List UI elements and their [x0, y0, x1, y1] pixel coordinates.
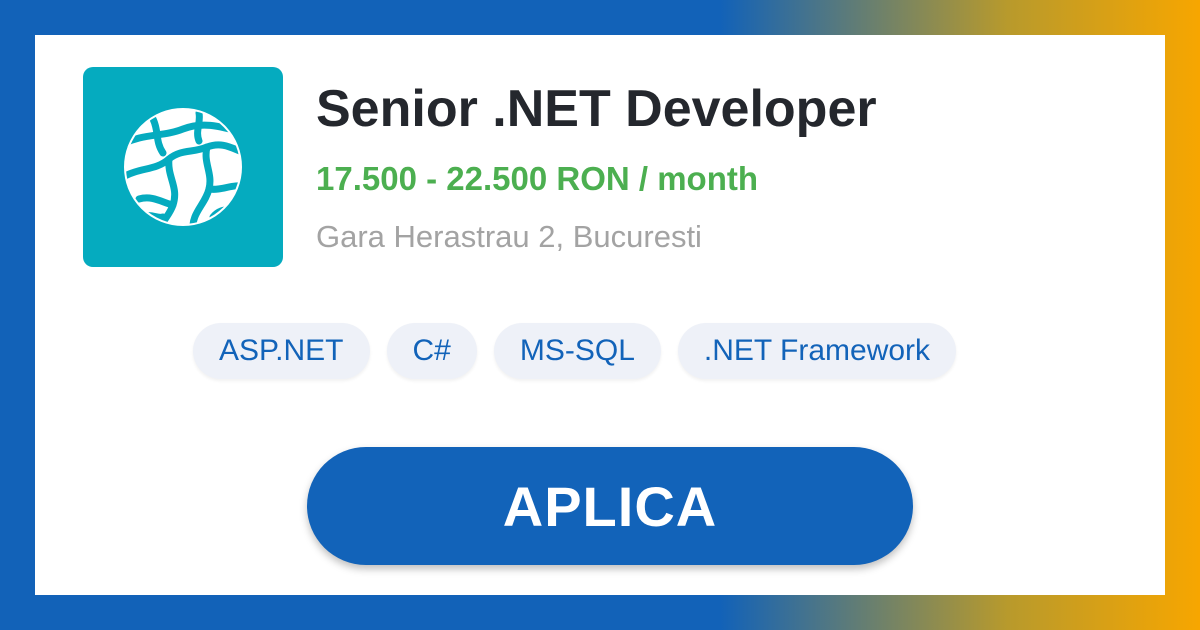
skill-tags: ASP.NET C# MS-SQL .NET Framework	[193, 323, 957, 379]
job-card: Senior .NET Developer 17.500 - 22.500 RO…	[35, 35, 1165, 595]
skill-tag-mssql: MS-SQL	[493, 323, 661, 379]
job-location: Gara Herastrau 2, Bucuresti	[316, 219, 702, 254]
globe-logo-icon	[124, 108, 242, 226]
company-logo	[83, 67, 283, 267]
skill-tag-aspnet: ASP.NET	[193, 323, 370, 379]
apply-button[interactable]: APLICA	[307, 447, 913, 565]
salary-range: 17.500 - 22.500 RON / month	[316, 160, 759, 197]
skill-tag-csharp: C#	[386, 323, 477, 379]
skill-tag-dotnet-framework: .NET Framework	[677, 323, 957, 379]
job-title: Senior .NET Developer	[316, 80, 877, 138]
